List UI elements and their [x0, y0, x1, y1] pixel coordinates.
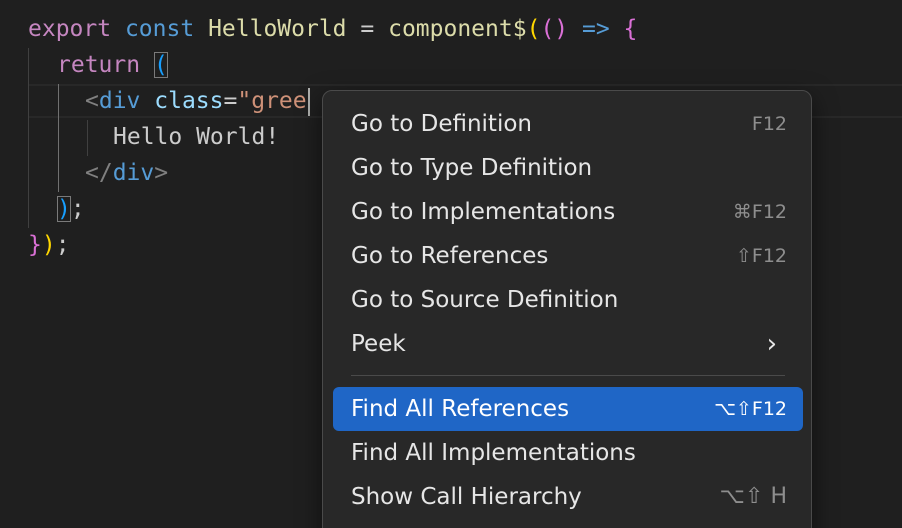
- paren-open: (: [526, 16, 541, 42]
- menu-item-go-to-definition[interactable]: Go to Definition F12: [333, 102, 803, 146]
- identifier-helloworld: HelloWorld: [208, 16, 347, 42]
- paren-open-matched: (: [153, 52, 168, 78]
- arrow: =>: [568, 16, 624, 42]
- menu-item-label: Peek: [351, 331, 406, 357]
- keyboard-shortcut: ⌥⇧ H: [719, 484, 787, 509]
- menu-item-label: Go to References: [351, 243, 549, 269]
- indent-guide: [87, 120, 88, 156]
- tag-bracket-open: <: [85, 88, 99, 114]
- menu-item-label: Show Call Hierarchy: [351, 484, 582, 510]
- menu-item-label: Find All Implementations: [351, 440, 636, 466]
- menu-separator: [351, 375, 785, 376]
- indent-guide: [28, 48, 29, 228]
- tag-bracket-end: >: [154, 160, 169, 186]
- tag-bracket-close: </: [85, 160, 113, 186]
- paren-close-matched: ): [57, 196, 71, 222]
- jsx-text: Hello World!: [113, 124, 280, 150]
- tag-name-div: div: [98, 88, 141, 114]
- code-line-6[interactable]: );: [57, 191, 85, 227]
- code-line-4[interactable]: Hello World!: [113, 119, 279, 155]
- brace-close: }: [28, 232, 42, 258]
- indent-guide-active: [58, 84, 59, 192]
- menu-item-label: Go to Source Definition: [351, 287, 619, 313]
- menu-item-go-to-source-definition[interactable]: Go to Source Definition: [333, 278, 803, 322]
- semicolon: ;: [70, 196, 85, 222]
- function-component: component$: [388, 16, 527, 42]
- semicolon: ;: [55, 232, 70, 258]
- text-cursor: [307, 87, 310, 116]
- keyword-const: const: [124, 16, 195, 42]
- menu-item-go-to-type-definition[interactable]: Go to Type Definition: [333, 146, 803, 190]
- keyword-export: export: [28, 16, 112, 42]
- keyboard-shortcut: F12: [751, 113, 787, 135]
- keyboard-shortcut: ⌥⇧F12: [714, 398, 787, 420]
- context-menu: Go to Definition F12 Go to Type Definiti…: [322, 90, 812, 528]
- menu-item-label: Find All References: [351, 396, 570, 422]
- menu-item-peek[interactable]: Peek ›: [333, 322, 803, 366]
- keyword-return: return: [57, 52, 141, 78]
- menu-item-go-to-implementations[interactable]: Go to Implementations ⌘F12: [333, 190, 803, 234]
- keyboard-shortcut: ⌘F12: [732, 201, 787, 223]
- tag-name-div-close: div: [112, 160, 155, 186]
- attribute-equals: =: [223, 88, 238, 114]
- keyboard-shortcut: ⇧F12: [735, 245, 787, 267]
- paren-close: ): [41, 232, 56, 258]
- attribute-class: class: [154, 88, 224, 114]
- menu-item-label: Go to Implementations: [351, 199, 616, 225]
- operator-equals: =: [346, 16, 389, 42]
- brace-open: {: [623, 16, 638, 42]
- menu-item-go-to-references[interactable]: Go to References ⇧F12: [333, 234, 803, 278]
- menu-item-label: Go to Type Definition: [351, 155, 593, 181]
- menu-item-label: Go to Definition: [351, 111, 532, 137]
- code-line-3[interactable]: <div class="gree: [85, 83, 310, 119]
- menu-item-find-all-implementations[interactable]: Find All Implementations: [333, 431, 803, 475]
- code-line-7[interactable]: });: [28, 227, 70, 263]
- menu-item-show-call-hierarchy[interactable]: Show Call Hierarchy ⌥⇧ H: [333, 475, 803, 519]
- attribute-value: "gree: [237, 88, 307, 114]
- params: (): [540, 16, 569, 42]
- code-line-1[interactable]: export const HelloWorld = component$(() …: [28, 11, 637, 47]
- menu-item-find-all-references[interactable]: Find All References ⌥⇧F12: [333, 387, 803, 431]
- chevron-right-icon: ›: [766, 329, 777, 359]
- code-line-5[interactable]: </div>: [85, 155, 168, 191]
- code-line-2[interactable]: return (: [57, 47, 168, 83]
